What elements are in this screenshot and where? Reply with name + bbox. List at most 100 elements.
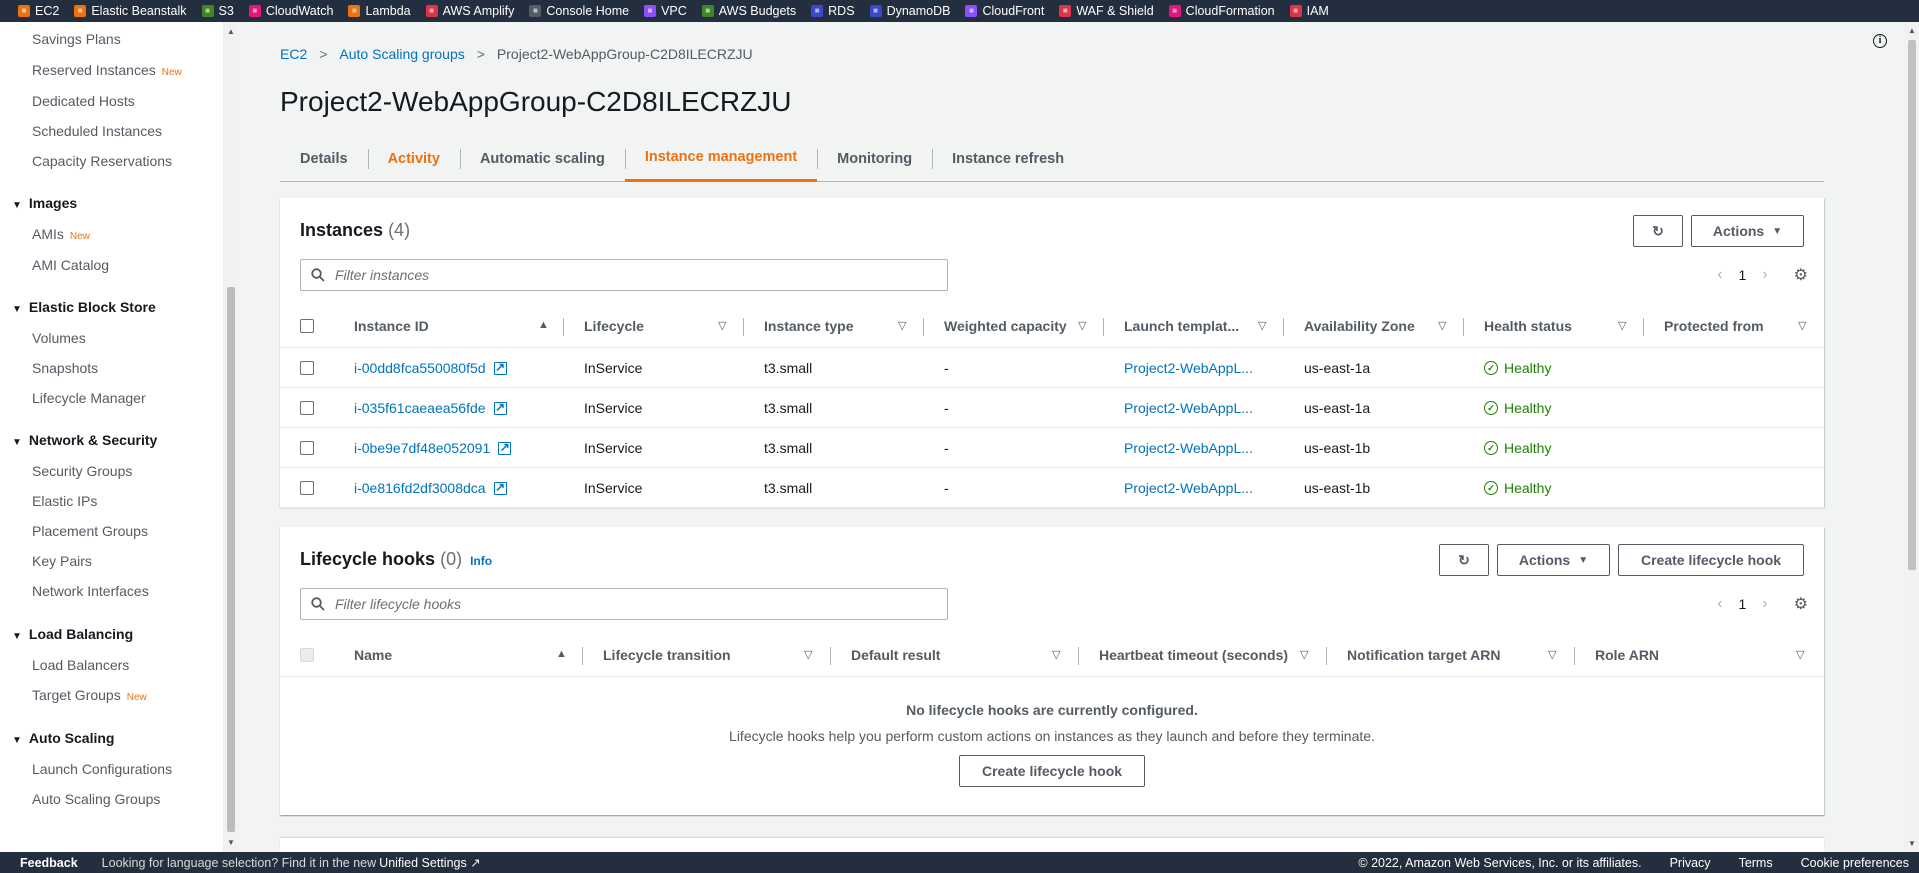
prev-page-icon[interactable]: ‹ [1717,266,1722,284]
column-divider[interactable] [1283,318,1284,336]
sidebar-item-load-balancers[interactable]: Load Balancers [32,657,129,673]
filter-instances-input[interactable] [335,267,915,283]
sort-icon[interactable]: ▽ [1548,648,1556,661]
row-checkbox[interactable] [300,441,314,455]
refresh-instances-button[interactable]: ↻ [1633,215,1683,247]
column-health-status[interactable]: Health status [1484,304,1572,348]
hooks-actions-button[interactable]: Actions ▼ [1497,544,1610,576]
instance-id-link[interactable]: i-0e816fd2df3008dca ↗ [354,468,507,508]
scroll-up-icon[interactable]: ▲ [227,27,235,36]
instance-id-link[interactable]: i-0be9e7df48e052091 ↗ [354,428,512,468]
column-heartbeat-timeout[interactable]: Heartbeat timeout (seconds) [1099,633,1288,677]
breadcrumb-ec2[interactable]: EC2 [280,46,307,62]
create-lifecycle-hook-button[interactable]: Create lifecycle hook [1618,544,1804,576]
sidebar-item-target-groups[interactable]: Target Groups New [32,687,147,703]
page-number[interactable]: 1 [1739,267,1747,283]
sort-icon[interactable]: ▽ [1796,648,1804,661]
column-weighted-capacity[interactable]: Weighted capacity [944,304,1067,348]
launch-template-link[interactable]: Project2-WebAppL... [1124,388,1253,428]
external-link-icon[interactable]: ↗ [493,361,507,375]
refresh-hooks-button[interactable]: ↻ [1439,544,1489,576]
sidebar-item-scheduled-instances[interactable]: Scheduled Instances [32,123,162,139]
row-checkbox[interactable] [300,481,314,495]
column-default-result[interactable]: Default result [851,633,940,677]
favorite-aws-budgets[interactable]: ■ AWS Budgets [701,4,796,18]
column-divider[interactable] [1463,318,1464,336]
sidebar-item-savings-plans[interactable]: Savings Plans [32,31,121,47]
sort-icon[interactable]: ▽ [1052,648,1060,661]
cookie-preferences-link[interactable]: Cookie preferences [1801,856,1909,870]
scroll-up-icon[interactable]: ▲ [1908,26,1916,35]
gear-icon[interactable]: ⚙ [1794,265,1808,285]
favorite-console-home[interactable]: ■ Console Home [529,4,629,18]
sort-ascending-icon[interactable]: ▲ [556,648,567,660]
sidebar-section-ebs[interactable]: ▼ Elastic Block Store [12,299,156,315]
tab-monitoring[interactable]: Monitoring [817,135,932,182]
column-name[interactable]: Name [354,633,392,677]
column-divider[interactable] [1078,647,1079,665]
page-number[interactable]: 1 [1739,596,1747,612]
launch-template-link[interactable]: Project2-WebAppL... [1124,428,1253,468]
favorite-aws-amplify[interactable]: ■ AWS Amplify [425,4,514,18]
favorite-cloudwatch[interactable]: ■ CloudWatch [248,4,333,18]
sidebar-item-key-pairs[interactable]: Key Pairs [32,553,92,569]
sidebar-item-capacity-reservations[interactable]: Capacity Reservations [32,153,172,169]
sidebar-item-placement-groups[interactable]: Placement Groups [32,523,148,539]
sidebar-item-launch-configurations[interactable]: Launch Configurations [32,761,172,777]
tab-automatic-scaling[interactable]: Automatic scaling [459,135,625,182]
sidebar-item-ami-catalog[interactable]: AMI Catalog [32,257,109,273]
sort-icon[interactable]: ▽ [804,648,812,661]
favorite-rds[interactable]: ■ RDS [811,4,855,18]
favorite-vpc[interactable]: ■ VPC [644,4,687,18]
sidebar-item-volumes[interactable]: Volumes [32,330,86,346]
column-protected-from[interactable]: Protected from [1664,304,1764,348]
sidebar-item-lifecycle-manager[interactable]: Lifecycle Manager [32,390,146,406]
column-divider[interactable] [743,318,744,336]
column-divider[interactable] [830,647,831,665]
favorite-cloudfront[interactable]: ■ CloudFront [965,4,1044,18]
favorite-waf-shield[interactable]: ■ WAF & Shield [1059,4,1154,18]
tab-instance-refresh[interactable]: Instance refresh [932,135,1084,182]
tab-instance-management[interactable]: Instance management [624,135,818,182]
info-icon[interactable]: i [1873,34,1887,48]
column-instance-type[interactable]: Instance type [764,304,853,348]
row-checkbox[interactable] [300,401,314,415]
scroll-down-icon[interactable]: ▼ [1908,839,1916,848]
table-row[interactable]: i-0be9e7df48e052091 ↗ InService t3.small - Pr… [280,428,1824,468]
sort-icon[interactable]: ▽ [1258,319,1266,332]
table-row[interactable]: i-00dd8fca550080f5d ↗ InService t3.small - Pr… [280,348,1824,388]
tab-activity[interactable]: Activity [367,135,460,182]
sort-icon[interactable]: ▽ [1618,319,1626,332]
external-link-icon[interactable]: ↗ [498,441,512,455]
sort-icon[interactable]: ▽ [1438,319,1446,332]
filter-lifecycle-hooks-input[interactable] [335,596,915,612]
launch-template-link[interactable]: Project2-WebAppL... [1124,348,1253,388]
column-divider[interactable] [1103,318,1104,336]
sort-ascending-icon[interactable]: ▲ [538,319,549,331]
tab-details[interactable]: Details [280,135,368,182]
sidebar-item-network-interfaces[interactable]: Network Interfaces [32,583,149,599]
privacy-link[interactable]: Privacy [1670,856,1711,870]
filter-lifecycle-hooks-field[interactable] [300,588,948,620]
table-row[interactable]: i-0e816fd2df3008dca ↗ InService t3.small - Pr… [280,468,1824,508]
column-divider[interactable] [1326,647,1327,665]
next-page-icon[interactable]: › [1762,595,1767,613]
column-availability-zone[interactable]: Availability Zone [1304,304,1415,348]
sidebar-item-dedicated-hosts[interactable]: Dedicated Hosts [32,93,135,109]
instance-id-link[interactable]: i-035f61caeaea56fde ↗ [354,388,507,428]
next-page-icon[interactable]: › [1762,266,1767,284]
row-checkbox[interactable] [300,361,314,375]
sidebar-scroll-thumb[interactable] [227,287,235,832]
column-divider[interactable] [923,318,924,336]
sidebar-item-security-groups[interactable]: Security Groups [32,463,132,479]
sort-icon[interactable]: ▽ [1798,319,1806,332]
info-link[interactable]: Info [470,554,492,568]
scroll-down-icon[interactable]: ▼ [227,838,235,847]
column-divider[interactable] [1643,318,1644,336]
sidebar-item-auto-scaling-groups[interactable]: Auto Scaling Groups [32,791,160,807]
favorite-iam[interactable]: ■ IAM [1289,4,1329,18]
favorite-elastic-beanstalk[interactable]: ■ Elastic Beanstalk [74,4,187,18]
external-link-icon[interactable]: ↗ [493,401,507,415]
sort-icon[interactable]: ▽ [1078,319,1086,332]
sidebar-item-amis[interactable]: AMIs New [32,226,90,242]
